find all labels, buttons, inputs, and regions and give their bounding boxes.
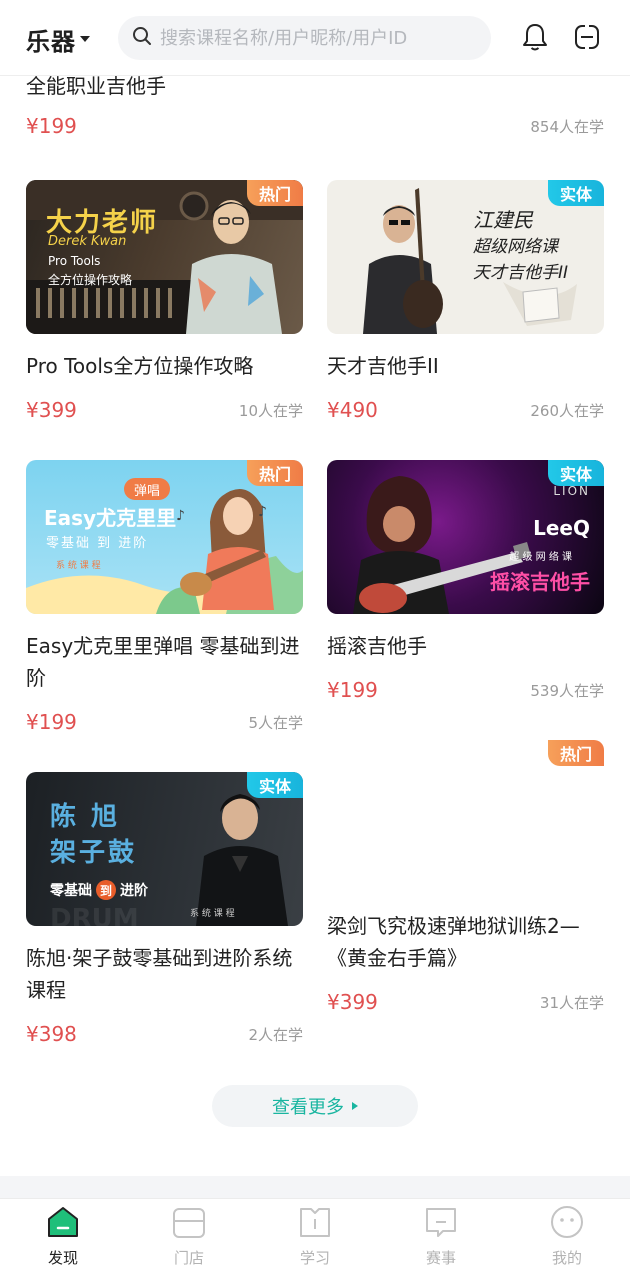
caret-right-icon — [352, 1102, 358, 1110]
search-input[interactable] — [160, 27, 480, 49]
thumb-teacher-en: Derek Kwan — [48, 234, 127, 249]
svg-text:♪: ♪ — [176, 508, 185, 524]
course-title: Pro Tools全方位操作攻略 — [26, 354, 254, 378]
category-label: 乐器 — [26, 27, 76, 56]
thumb-caption: 系 统 课 程 — [190, 909, 235, 919]
physical-badge: 实体 — [246, 772, 303, 798]
course-title: 梁剑飞究极速弹地狱训练2—《黄金右手篇》 — [327, 914, 580, 970]
thumb-caption: 零基础 到 进阶 — [46, 536, 149, 551]
tab-store[interactable]: 门店 — [126, 1199, 252, 1280]
course-card[interactable]: 热门 梁剑飞究极速弹地狱训练2—《黄金右手篇》 ¥399 31人在学 — [327, 740, 604, 1014]
tab-contest[interactable]: 赛事 — [378, 1199, 504, 1280]
course-thumbnail: 大力老师 Derek Kwan Pro Tools 全方位操作攻略 热门 — [26, 180, 303, 334]
thumb-caption: Pro Tools — [48, 254, 101, 268]
tab-discover[interactable]: 发现 — [0, 1199, 126, 1280]
course-title: 天才吉他手II — [327, 354, 439, 378]
course-thumbnail: LION LeeQ 超 级 网 络 课 摇滚吉他手 实体 — [327, 460, 604, 614]
book-icon — [297, 1205, 333, 1243]
learner-count: 2人在学 — [248, 1025, 303, 1044]
physical-badge: 实体 — [547, 460, 604, 486]
learner-count: 10人在学 — [238, 401, 303, 420]
thumb-caption: 全方位操作攻略 — [48, 273, 133, 287]
course-thumbnail: 江建民 超级网络课 天才吉他手II 实体 — [327, 180, 604, 334]
learner-count: 5人在学 — [248, 713, 303, 732]
svg-text:♪: ♪ — [258, 504, 267, 520]
thumb-caption: 超级网络课 — [473, 237, 558, 257]
course-title: 陈旭·架子鼓零基础到进阶系统课程 — [26, 946, 293, 1002]
bell-icon[interactable] — [518, 20, 552, 54]
tab-label: 我的 — [551, 1249, 582, 1267]
thumb-caption: 零基础 — [50, 883, 92, 899]
physical-badge: 实体 — [547, 180, 604, 206]
thumb-caption: 天才吉他手II — [473, 263, 569, 283]
course-card[interactable]: 大力老师 Derek Kwan Pro Tools 全方位操作攻略 热门 Pro… — [26, 180, 303, 422]
tab-label: 发现 — [47, 1249, 78, 1267]
thumb-teacher-name: 江建民 — [473, 208, 533, 232]
course-price: ¥398 — [26, 1022, 77, 1046]
section-divider — [0, 1176, 630, 1198]
thumb-caption: 摇滚吉他手 — [490, 570, 590, 594]
hot-badge: 热门 — [246, 460, 303, 486]
course-card[interactable]: 陈 旭 架子鼓 零基础 到 进阶 系 统 课 程 DRUM 实体 陈旭·架子鼓零… — [26, 772, 303, 1046]
thumb-caption: LION — [553, 484, 590, 498]
tab-study[interactable]: 学习 — [252, 1199, 378, 1280]
category-selector[interactable]: 乐器 — [26, 22, 90, 56]
thumb-teacher-name: 陈 旭 — [50, 802, 121, 832]
tab-label: 赛事 — [425, 1249, 456, 1267]
thumb-brand: LeeQ — [533, 516, 590, 540]
course-price: ¥199 — [26, 710, 77, 734]
contest-icon — [423, 1205, 459, 1243]
tab-label: 学习 — [299, 1249, 330, 1267]
course-price: ¥399 — [327, 990, 378, 1014]
course-title: 摇滚吉他手 — [327, 634, 427, 658]
thumb-caption: Easy尤克里里 — [44, 506, 177, 530]
tab-label: 门店 — [173, 1249, 204, 1267]
learner-count: 539人在学 — [530, 681, 604, 700]
store-icon — [171, 1205, 207, 1243]
course-thumbnail: 陈 旭 架子鼓 零基础 到 进阶 系 统 课 程 DRUM 实体 — [26, 772, 303, 926]
thumb-watermark: DRUM — [50, 904, 139, 926]
course-price: ¥199 — [327, 678, 378, 702]
course-card[interactable]: ♪ ♪ 弹唱 Easy尤克里里 零基础 到 进阶 系 统 课 程 热门 Easy… — [26, 460, 303, 734]
thumb-caption: 系 统 课 程 — [56, 561, 101, 571]
bottom-tab-bar: 发现 门店 学习 赛事 我的 — [0, 1198, 630, 1280]
course-price: ¥490 — [327, 398, 378, 422]
course-price: ¥199 — [26, 114, 77, 138]
course-thumbnail: ♪ ♪ 弹唱 Easy尤克里里 零基础 到 进阶 系 统 课 程 热门 — [26, 460, 303, 614]
search-bar[interactable] — [118, 16, 491, 60]
thumb-caption: 到 — [96, 880, 116, 900]
hot-badge: 热门 — [246, 180, 303, 206]
course-thumbnail: 热门 — [327, 740, 604, 894]
course-price: ¥399 — [26, 398, 77, 422]
learner-count: 260人在学 — [530, 401, 604, 420]
view-more-button[interactable]: 查看更多 — [212, 1085, 418, 1127]
search-icon — [132, 26, 152, 50]
thumb-caption: 架子鼓 — [50, 838, 138, 868]
thumb-tag: 弹唱 — [124, 478, 171, 500]
course-card[interactable]: 江建民 超级网络课 天才吉他手II 实体 天才吉他手II ¥490 260人在学 — [327, 180, 604, 422]
profile-icon — [549, 1205, 585, 1243]
caret-down-icon — [80, 36, 90, 42]
learner-count: 854人在学 — [530, 117, 604, 136]
tab-profile[interactable]: 我的 — [504, 1199, 630, 1280]
thumb-caption: 进阶 — [120, 883, 148, 899]
thumb-caption: 超 级 网 络 课 — [509, 552, 572, 563]
learner-count: 31人在学 — [539, 993, 604, 1012]
scan-icon[interactable] — [570, 20, 604, 54]
top-bar: 乐器 — [0, 0, 630, 76]
thumb-subtitle: 零基础 到 进阶 — [50, 880, 148, 900]
course-card[interactable]: LION LeeQ 超 级 网 络 课 摇滚吉他手 实体 摇滚吉他手 ¥199 … — [327, 460, 604, 702]
discover-icon — [45, 1205, 81, 1243]
course-title: Easy尤克里里弹唱 零基础到进阶 — [26, 634, 300, 690]
hot-badge: 热门 — [547, 740, 604, 766]
view-more-label: 查看更多 — [272, 1097, 344, 1117]
